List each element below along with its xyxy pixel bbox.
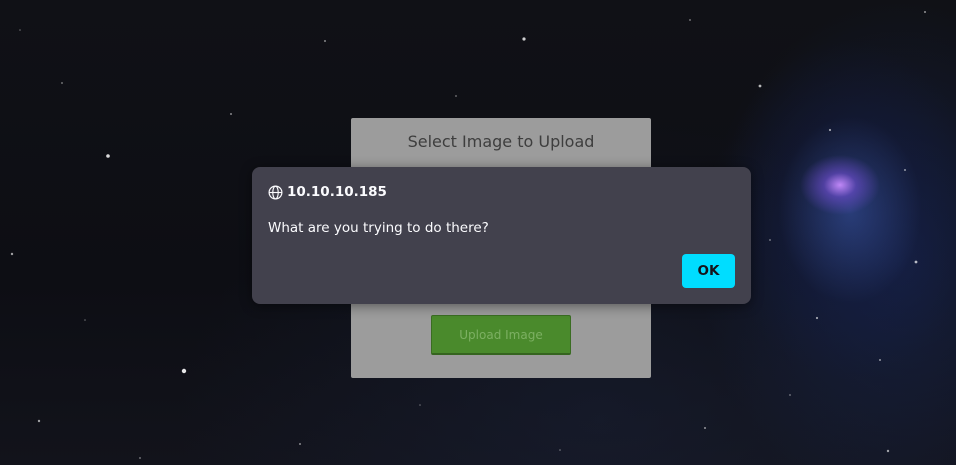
upload-image-button[interactable]: Upload Image [431, 315, 571, 355]
alert-origin: 10.10.10.185 [268, 183, 387, 201]
alert-message: What are you trying to do there? [268, 220, 489, 236]
alert-origin-text: 10.10.10.185 [287, 184, 387, 200]
ok-button[interactable]: OK [682, 254, 735, 288]
globe-icon [268, 185, 283, 200]
alert-dialog: 10.10.10.185 What are you trying to do t… [252, 167, 751, 304]
upload-panel-title: Select Image to Upload [407, 132, 595, 151]
